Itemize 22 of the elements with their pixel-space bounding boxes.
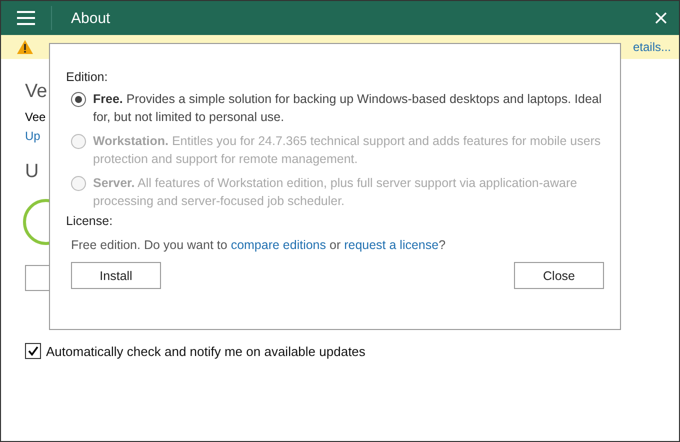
warning-icon [17, 40, 33, 54]
auto-update-checkbox[interactable] [25, 343, 41, 359]
license-text: Free edition. Do you want to compare editions or request a license? [71, 238, 447, 252]
heading: Ve [25, 80, 48, 104]
edition-description: Free. Provides a simple solution for backing up Windows-based desktops and laptops. Ideal for, but not limited to personal use. [93, 91, 603, 126]
auto-update-label: Automatically check and notify me on available updates [46, 344, 366, 358]
edition-description: Server. All features of Workstation edition, plus full server support via application-aware processing and server-focused job scheduler. [93, 175, 578, 210]
window-title: About [71, 10, 110, 26]
menu-icon[interactable] [17, 11, 35, 25]
install-button[interactable]: Install [71, 262, 161, 289]
close-icon[interactable] [655, 12, 667, 24]
license-label: License: [66, 214, 114, 228]
close-button[interactable]: Close [514, 262, 604, 289]
edition-radio[interactable] [71, 92, 86, 107]
heading: U [25, 160, 39, 184]
compare-editions-link[interactable]: compare editions [230, 238, 326, 252]
details-link[interactable]: etails... [632, 40, 671, 54]
request-license-link[interactable]: request a license [344, 238, 439, 252]
body-text: Vee [25, 110, 46, 124]
edition-description: Workstation. Entitles you for 24.7.365 technical support and adds features for mobile users protection and support for remote management. [93, 133, 602, 168]
update-link[interactable]: Up [25, 129, 40, 143]
edition-label: Edition: [66, 70, 109, 84]
